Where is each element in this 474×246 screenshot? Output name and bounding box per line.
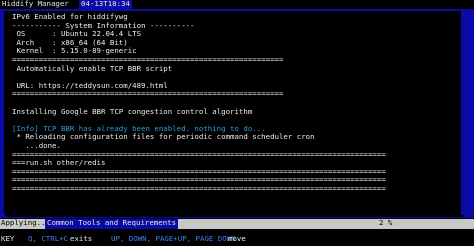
key-move-desc: move [228,234,246,243]
status-bar: Applying... Common Tools and Requirement… [0,218,474,229]
terminal-line: * Reloading configuration files for peri… [12,132,315,142]
window-title: Hiddify Manager [2,0,69,8]
title-bar: Hiddify Manager 04-13T18:34 [0,0,474,9]
progress-percent: 2 % [379,218,393,227]
tab-common-tools[interactable]: Common Tools and Requirements [45,218,179,229]
key-quit-desc: exits [70,234,93,243]
key-label: KEY [1,234,15,243]
timestamp-badge: 04-13T18:34 [79,0,132,9]
terminal-line: ========================================… [12,183,386,193]
status-label: Applying... [1,218,50,227]
terminal-lines: IPv6 Enabled for hiddifywg ----------- Sy… [12,12,386,193]
key-move: UP, DOWN, PAGE+UP, PAGE DOWN [111,234,236,243]
key-quit: Q, CTRL+C [28,234,69,243]
key-help-bar: KEY Q, CTRL+C exits UP, DOWN, PAGE+UP, P… [0,233,474,246]
terminal-line: Installing Google BBR TCP congestion con… [12,106,253,116]
scrollbar[interactable] [461,11,467,215]
terminal-output[interactable]: IPv6 Enabled for hiddifywg ----------- Sy… [4,11,463,215]
terminal-line: Automatically enable TCP BBR script [12,63,173,73]
terminal-line: ========================================… [12,89,284,99]
